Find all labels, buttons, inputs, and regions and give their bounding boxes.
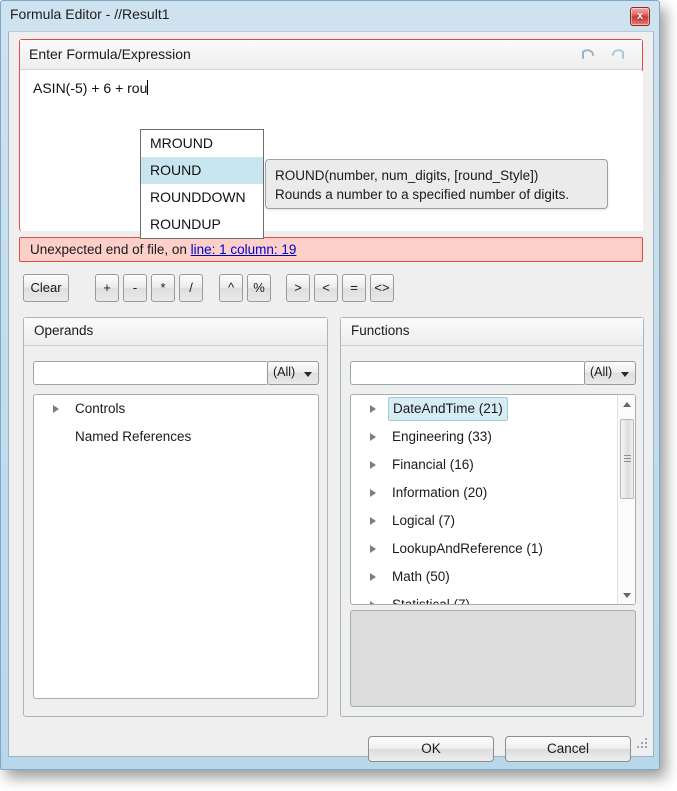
functions-tree-label: Engineering (33) [388,423,496,451]
expand-triangle-icon[interactable] [370,433,376,441]
scroll-down-button[interactable] [618,586,636,604]
operator-percent-button[interactable]: % [247,274,271,302]
function-tooltip: ROUND(number, num_digits, [round_Style])… [265,159,608,209]
functions-tree-row[interactable]: LookupAndReference (1) [351,535,617,563]
functions-tree-row[interactable]: Engineering (33) [351,423,617,451]
resize-grip[interactable] [635,738,649,752]
error-message-text: Unexpected end of file, on [30,242,191,257]
functions-filter-value: (All) [590,365,612,379]
functions-tree-label: Information (20) [388,479,491,507]
functions-tree-row[interactable]: Logical (7) [351,507,617,535]
functions-tree-scrollbar[interactable] [617,395,635,604]
chevron-down-icon [304,372,312,377]
formula-group-title: Enter Formula/Expression [29,46,191,62]
grip-icon [624,455,631,456]
autocomplete-item[interactable]: ROUNDUP [141,211,263,238]
scroll-up-button[interactable] [618,395,636,413]
operands-group-header: Operands [24,318,327,346]
triangle-up-icon [623,402,631,407]
functions-tree-row[interactable]: Financial (16) [351,451,617,479]
dialog-client-area: Enter Formula/Expression ASIN(-5) + 6 + … [8,31,654,757]
functions-tree-label: DateAndTime (21) [388,397,508,421]
error-message: Unexpected end of file, on line: 1 colum… [30,242,296,257]
function-detail-pane [350,610,636,707]
functions-group: Functions (All) DateAndTime (21) [340,317,644,717]
close-icon: x [631,8,649,25]
expand-triangle-icon[interactable] [370,405,376,413]
error-strip: Unexpected end of file, on line: 1 colum… [19,237,643,262]
expand-triangle-icon[interactable] [370,573,376,581]
cancel-button[interactable]: Cancel [505,736,631,762]
operands-filter-combo[interactable]: (All) [267,361,319,385]
expand-triangle-icon[interactable] [370,517,376,525]
expand-triangle-icon[interactable] [370,601,376,605]
functions-tree-row[interactable]: DateAndTime (21) [351,395,617,423]
operator-multiply-button[interactable]: * [151,274,175,302]
operands-tree-label: Named References [71,423,195,451]
triangle-down-icon [623,593,631,598]
formula-text: ASIN(-5) + 6 + rou [33,80,147,96]
functions-tree-label: Math (50) [388,563,454,591]
functions-tree-label: Financial (16) [388,451,478,479]
functions-tree-label: Statistical (7) [388,591,474,605]
operator-greater-button[interactable]: > [286,274,310,302]
operator-power-button[interactable]: ^ [219,274,243,302]
close-button[interactable]: x [630,7,650,26]
functions-tree[interactable]: DateAndTime (21) Engineering (33) Financ… [350,394,636,605]
operands-group: Operands (All) Controls Named References [23,317,328,717]
operator-minus-button[interactable]: - [123,274,147,302]
error-location-link[interactable]: line: 1 column: 19 [191,242,297,257]
autocomplete-popup: MROUND ROUND ROUNDDOWN ROUNDUP [140,129,264,239]
expand-triangle-icon[interactable] [53,405,59,413]
expand-triangle-icon[interactable] [370,545,376,553]
operands-tree[interactable]: Controls Named References [33,394,319,699]
operands-tree-row[interactable]: Controls [34,395,318,423]
clear-button[interactable]: Clear [23,274,69,302]
functions-tree-label: LookupAndReference (1) [388,535,547,563]
functions-filter-row: (All) [350,361,636,385]
operator-notequal-button[interactable]: <> [370,274,394,302]
functions-search-input[interactable] [350,361,586,385]
title-bar: Formula Editor - //Result1 x [1,1,659,31]
operator-divide-button[interactable]: / [179,274,203,302]
functions-filter-combo[interactable]: (All) [584,361,636,385]
chevron-down-icon [621,372,629,377]
autocomplete-item[interactable]: ROUNDDOWN [141,184,263,211]
operands-tree-label: Controls [71,395,129,423]
operands-filter-row: (All) [33,361,319,385]
operands-tree-row[interactable]: Named References [34,423,318,451]
ok-button[interactable]: OK [368,736,494,762]
functions-tree-label: Logical (7) [388,507,459,535]
functions-tree-row[interactable]: Math (50) [351,563,617,591]
tooltip-description: Rounds a number to a specified number of… [275,185,598,204]
operator-plus-button[interactable]: + [95,274,119,302]
operands-search-input[interactable] [33,361,269,385]
operator-equals-button[interactable]: = [342,274,366,302]
undo-icon[interactable] [578,45,598,65]
tooltip-signature: ROUND(number, num_digits, [round_Style]) [275,166,598,185]
functions-tree-row[interactable]: Statistical (7) [351,591,617,605]
operator-less-button[interactable]: < [314,274,338,302]
operands-title: Operands [34,323,93,338]
autocomplete-item[interactable]: MROUND [141,130,263,157]
window-title: Formula Editor - //Result1 [10,6,170,22]
functions-tree-row[interactable]: Information (20) [351,479,617,507]
redo-icon[interactable] [608,45,628,65]
scrollbar-thumb[interactable] [620,419,634,499]
text-caret [147,80,148,95]
autocomplete-item[interactable]: ROUND [141,157,263,184]
formula-group-header: Enter Formula/Expression [20,40,642,70]
expand-triangle-icon[interactable] [370,461,376,469]
operands-filter-value: (All) [273,365,295,379]
expand-triangle-icon[interactable] [370,489,376,497]
formula-editor-window: Formula Editor - //Result1 x Enter Formu… [0,0,660,770]
functions-group-header: Functions [341,318,643,346]
functions-title: Functions [351,323,410,338]
